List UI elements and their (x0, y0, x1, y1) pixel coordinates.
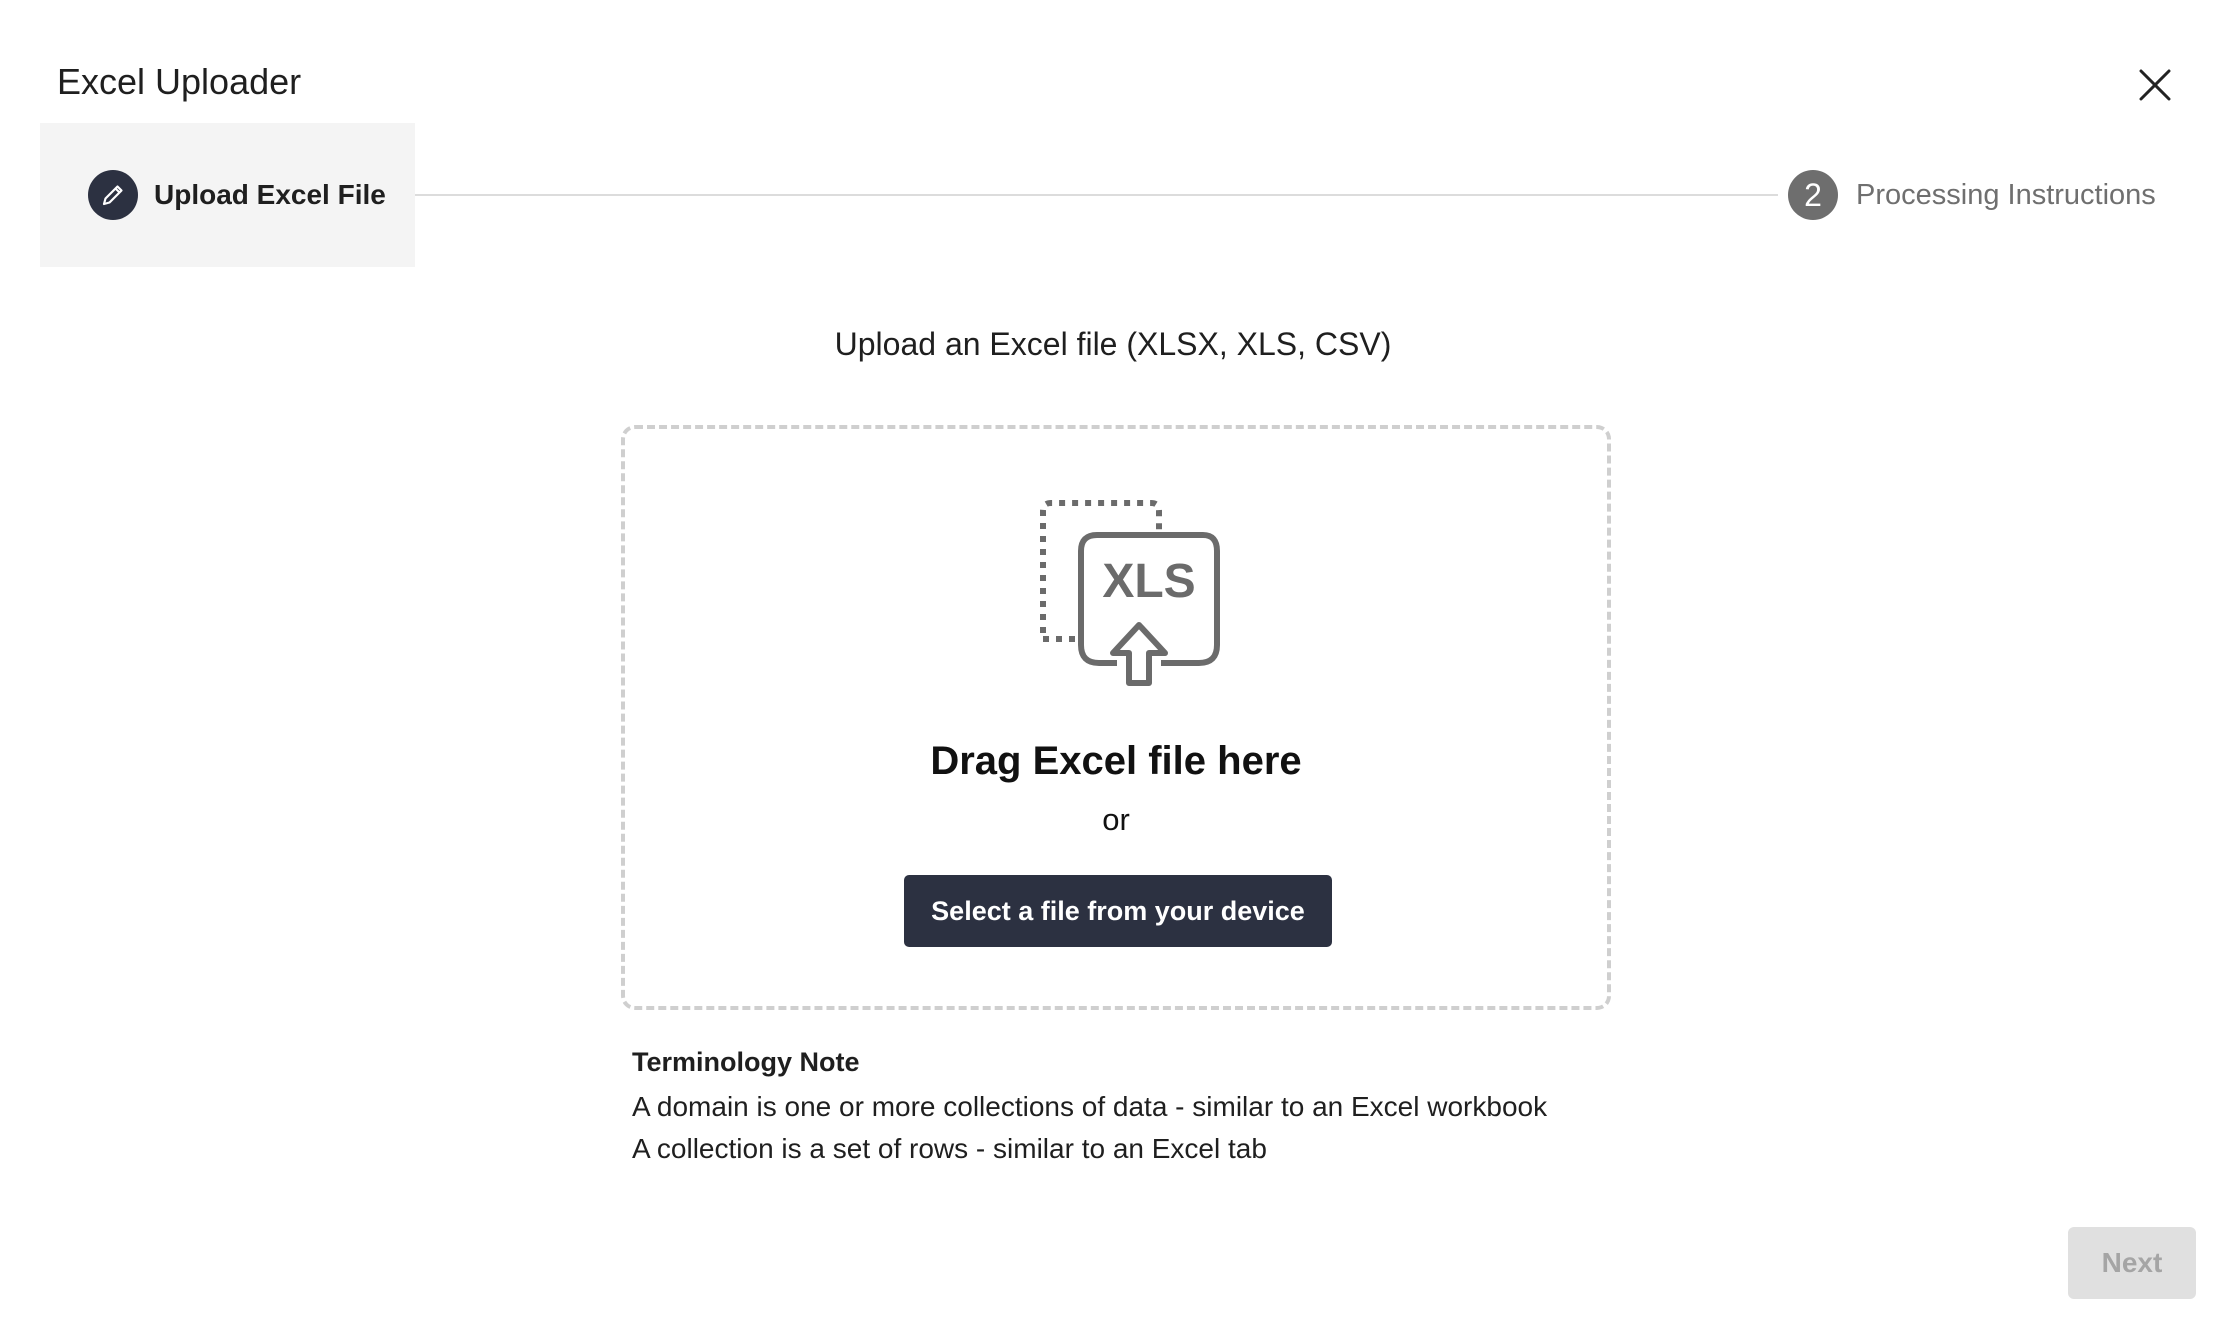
step-processing-instructions[interactable]: 2 Processing Instructions (1788, 123, 2156, 267)
select-file-button[interactable]: Select a file from your device (904, 875, 1332, 947)
step-1-circle (88, 170, 138, 220)
close-button[interactable] (2130, 60, 2180, 110)
note-title: Terminology Note (632, 1047, 860, 1077)
upload-heading: Upload an Excel file (XLSX, XLS, CSV) (834, 326, 1392, 362)
step-upload-excel-file[interactable]: Upload Excel File (40, 123, 415, 267)
next-button[interactable]: Next (2068, 1227, 2196, 1299)
close-icon (2139, 69, 2171, 101)
note-line-domain: A domain is one or more collections of d… (632, 1091, 1548, 1122)
step-2-number: 2 (1788, 170, 1838, 220)
stepper: Upload Excel File 2 Processing Instructi… (40, 123, 2186, 267)
note-line-collection: A collection is a set of rows - similar … (632, 1133, 1267, 1164)
step-connector (384, 194, 1778, 196)
step-2-label: Processing Instructions (1856, 178, 2156, 211)
or-separator: or (1102, 802, 1130, 837)
excel-uploader-dialog: Excel Uploader Upload Excel File 2 Proce… (0, 0, 2226, 1338)
pencil-icon (102, 185, 123, 206)
xls-icon-text: XLS (1102, 555, 1195, 608)
drag-instruction: Drag Excel file here (930, 739, 1302, 783)
file-dropzone[interactable]: XLS Drag Excel file here or Select a fil… (621, 425, 1611, 1010)
step-1-label: Upload Excel File (154, 179, 386, 210)
terminology-note: Terminology Note A domain is one or more… (632, 1044, 1632, 1170)
xls-upload-icon: XLS (1040, 500, 1220, 686)
dialog-title: Excel Uploader (57, 61, 302, 102)
